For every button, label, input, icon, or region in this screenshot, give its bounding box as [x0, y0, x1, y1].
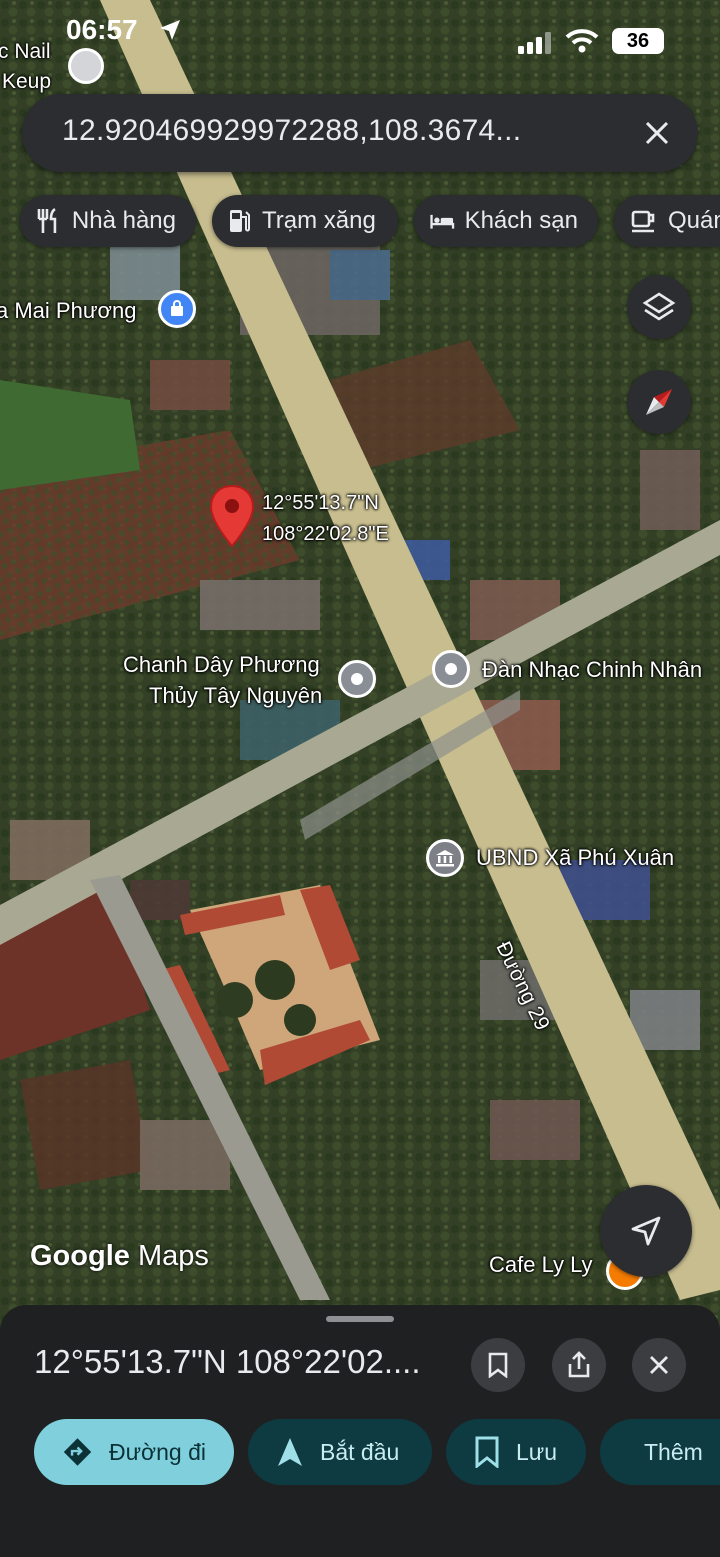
save-label: Lưu	[516, 1438, 557, 1465]
restaurant-icon	[37, 207, 57, 233]
place-pin-nail[interactable]	[68, 48, 104, 84]
battery-level: 36	[626, 30, 650, 52]
government-building-icon	[436, 850, 454, 867]
share-button[interactable]	[552, 1338, 606, 1392]
search-query: 12.920469929972288,108.3674...	[62, 114, 522, 147]
start-button[interactable]: Bắt đầu	[248, 1419, 432, 1485]
pin-latitude: 12°55'13.7"N	[262, 492, 379, 514]
maps-logo-text: Maps	[137, 1240, 209, 1272]
pin-longitude: 108°22'02.8"E	[262, 523, 389, 545]
hotel-icon	[430, 214, 455, 229]
chip-gas-stations[interactable]: Trạm xăng	[212, 195, 398, 247]
layers-button[interactable]	[627, 275, 691, 339]
dropped-pin-icon[interactable]	[208, 484, 256, 548]
place-label-chanh-day-2[interactable]: Thủy Tây Nguyên	[149, 683, 322, 709]
start-label: Bắt đầu	[320, 1438, 400, 1465]
place-label-cafe[interactable]: Cafe Ly Ly	[489, 1252, 593, 1278]
place-label-nail-2: Keup	[2, 70, 52, 93]
location-arrow-icon	[160, 20, 180, 40]
place-pin-chanh-day[interactable]	[338, 660, 376, 698]
close-sheet-button[interactable]	[632, 1338, 686, 1392]
chip-hotels-label: Khách sạn	[464, 207, 578, 234]
directions-label: Đường đi	[109, 1438, 206, 1465]
place-label-chanh-day-1[interactable]: Chanh Dây Phương	[123, 652, 320, 678]
place-title: 12°55'13.7"N 108°22'02....	[34, 1343, 421, 1380]
google-logo-text: Google	[30, 1240, 130, 1272]
layers-icon	[642, 292, 676, 321]
chip-gas-stations-label: Trạm xăng	[262, 207, 376, 234]
bookmark-icon	[488, 1352, 508, 1378]
place-label-nail-1: c Nail	[0, 40, 51, 63]
save-button[interactable]: Lưu	[446, 1419, 586, 1485]
directions-icon	[63, 1438, 92, 1466]
my-location-button[interactable]	[600, 1185, 692, 1277]
place-label-ubnd[interactable]: UBND Xã Phú Xuân	[476, 845, 674, 871]
chip-cafes[interactable]: Quán	[614, 195, 720, 247]
compass-button[interactable]	[627, 370, 691, 434]
place-label-mai-phuong[interactable]: a Mai Phương	[0, 298, 136, 324]
compass-icon	[646, 389, 672, 415]
search-bar[interactable]: 12.920469929972288,108.3674...	[22, 94, 698, 172]
place-label-dan-nhac[interactable]: Đàn Nhạc Chinh Nhân	[482, 657, 702, 683]
status-time: 06:57	[66, 14, 138, 45]
cafe-icon	[631, 210, 655, 233]
more-button[interactable]: Thêm	[600, 1419, 720, 1485]
share-icon	[568, 1351, 590, 1378]
place-pin-ubnd[interactable]	[426, 839, 464, 877]
signal-icon	[518, 32, 551, 54]
bookmark-icon	[475, 1436, 499, 1468]
chip-hotels[interactable]: Khách sạn	[414, 195, 598, 247]
place-pin-dan-nhac[interactable]	[432, 650, 470, 688]
close-icon[interactable]	[644, 120, 670, 146]
navigation-arrow-icon	[278, 1438, 302, 1466]
sheet-drag-handle[interactable]	[326, 1316, 394, 1322]
more-label: Thêm	[644, 1438, 703, 1465]
google-maps-logo: Google Maps	[30, 1240, 209, 1273]
wifi-icon	[565, 29, 599, 53]
directions-button[interactable]: Đường đi	[34, 1419, 234, 1485]
close-icon	[650, 1356, 668, 1374]
chip-restaurants-label: Nhà hàng	[71, 207, 176, 234]
gas-station-icon	[230, 210, 250, 232]
chip-cafes-label: Quán	[668, 207, 720, 234]
location-arrow-outline-icon	[631, 1216, 661, 1246]
chip-restaurants[interactable]: Nhà hàng	[20, 195, 196, 247]
shopping-bag-icon	[171, 300, 183, 316]
save-icon-button[interactable]	[471, 1338, 525, 1392]
place-pin-mai-phuong[interactable]	[158, 290, 196, 328]
